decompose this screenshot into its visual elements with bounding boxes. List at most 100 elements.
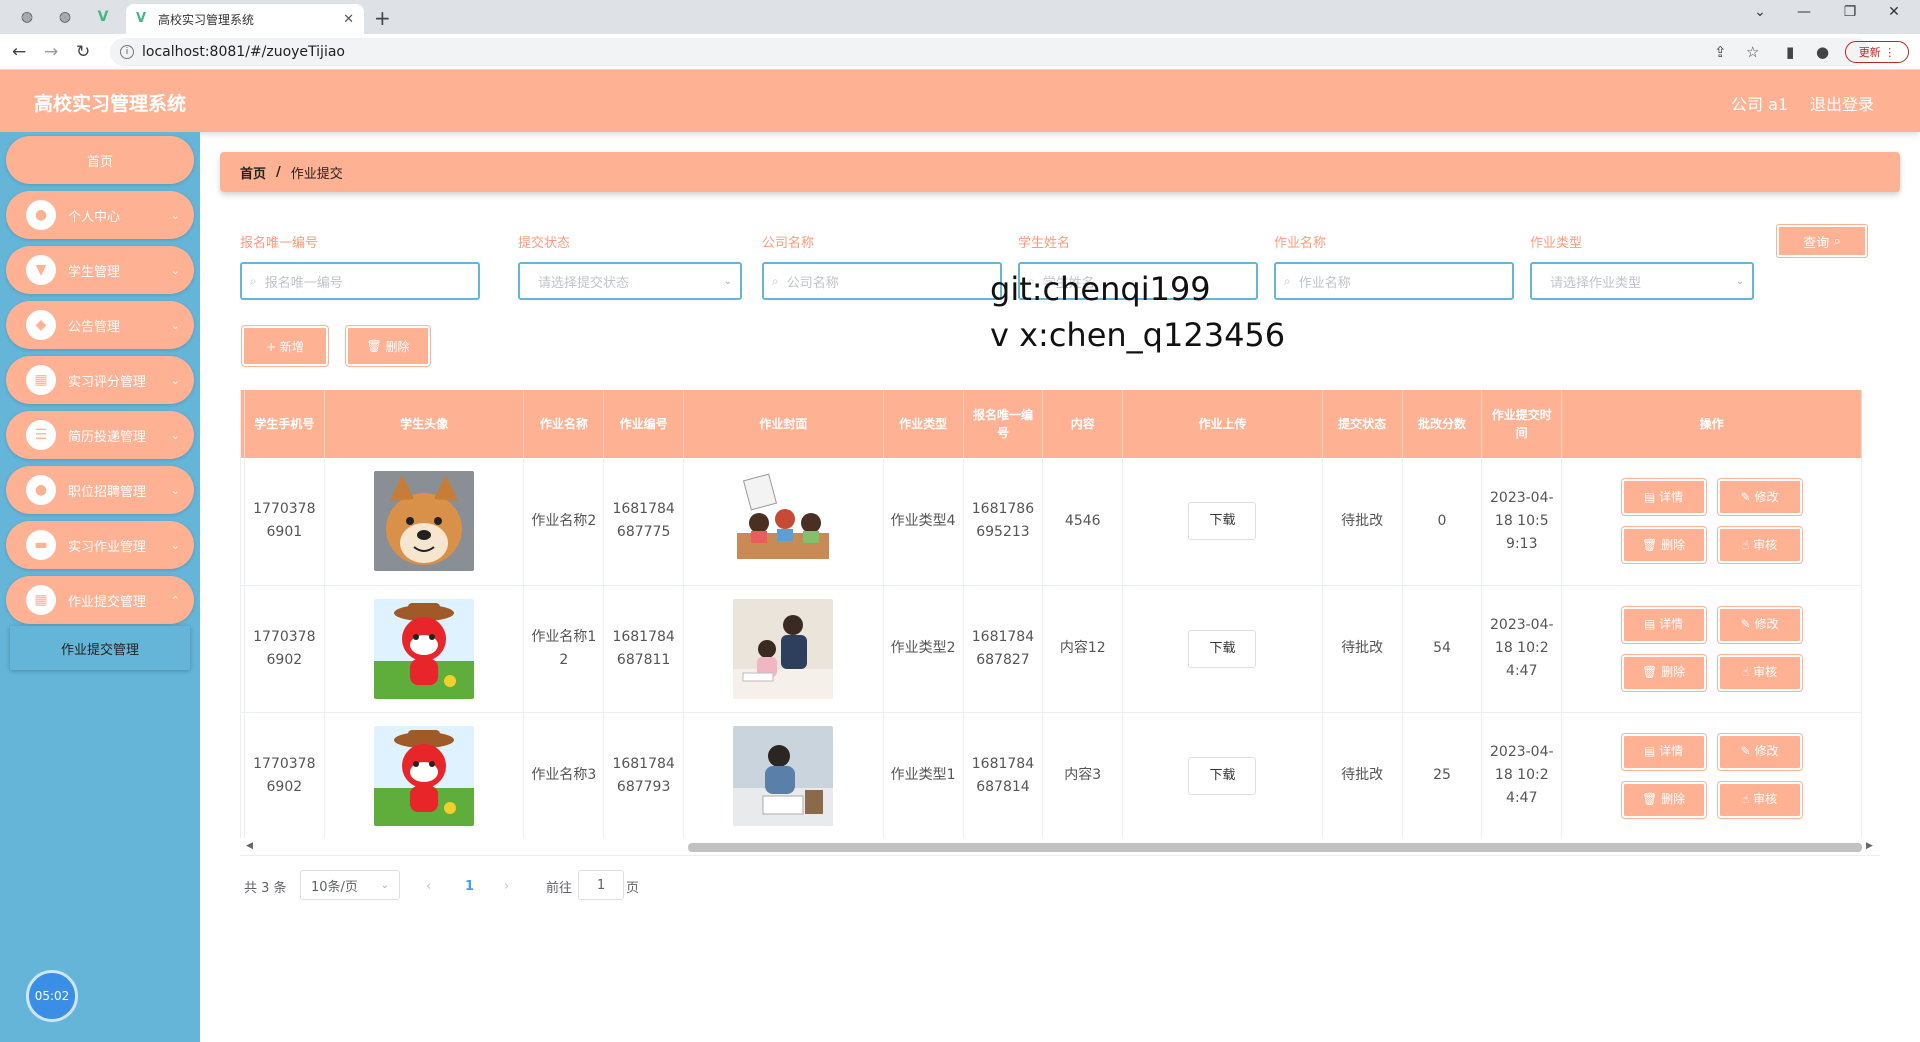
cartoon-class-cover-image [733, 471, 834, 572]
chevron-down-icon: ⌄ [723, 275, 732, 287]
edit-button[interactable]: ✎ 修改 [1717, 606, 1802, 643]
edit-label: 修改 [1754, 489, 1779, 504]
company-name-input[interactable]: ⌕ 公司名称 [762, 262, 1002, 300]
watermark-line-2: v x:chen_q123456 [990, 316, 1286, 354]
detail-label: 详情 [1659, 489, 1684, 504]
browser-update-button[interactable]: 更新 ⋮ [1845, 41, 1909, 63]
url-field[interactable]: i localhost:8081/#/zuoyeTijiao [110, 38, 1870, 66]
placeholder: 请选择作业类型 [1550, 275, 1642, 291]
cell-upload: 下载 [1122, 712, 1323, 838]
pinned-tab-globe-icon[interactable]: ◍ [14, 6, 40, 28]
reload-icon[interactable]: ↻ [76, 42, 90, 62]
cell-content: 4546 [1042, 458, 1124, 586]
sidebar: 首页 ● 个人中心 ⌄ ▼ 学生管理 ⌄ ◆ 公告管理 ⌄ ▦ 实习评分管理 ⌄… [0, 132, 200, 1042]
cell-homework-name: 作业名称12 [523, 585, 605, 713]
edit-button[interactable]: ✎ 修改 [1717, 733, 1802, 770]
detail-button[interactable]: ▤ 详情 [1621, 479, 1706, 516]
download-button[interactable]: 下载 [1188, 756, 1257, 795]
cell-status: 待批改 [1322, 712, 1403, 838]
timer-badge[interactable]: 05:02 [26, 970, 78, 1022]
next-page-icon[interactable]: › [504, 871, 509, 901]
detail-button[interactable]: ▤ 详情 [1621, 606, 1706, 643]
minimize-icon[interactable]: — [1782, 4, 1826, 20]
sidebar-item-job-recruitment[interactable]: ● 职位招聘管理 ⌄ [6, 466, 194, 514]
restore-icon[interactable]: ❐ [1828, 4, 1872, 20]
scroll-right-arrow-icon[interactable]: ▶ [1866, 841, 1873, 851]
sidebar-item-homework-management[interactable]: ▬ 实习作业管理 ⌄ [6, 521, 194, 569]
scroll-left-arrow-icon[interactable]: ◀ [246, 841, 253, 851]
tab-close-icon[interactable]: ✕ [343, 12, 354, 27]
site-info-icon[interactable]: i [120, 45, 134, 59]
sidebar-item-personal-center[interactable]: ● 个人中心 ⌄ [6, 191, 194, 239]
delete-button[interactable]: 🗑 删除 [1621, 781, 1706, 818]
add-button[interactable]: + 新增 [242, 326, 328, 366]
chevron-down-icon: ⌄ [170, 208, 180, 222]
back-arrow-icon[interactable]: ← [12, 42, 26, 62]
column-header: 批改分数 [1402, 390, 1483, 458]
page-number-current[interactable]: 1 [465, 871, 474, 901]
cell-status: 待批改 [1322, 458, 1403, 586]
label-submit-status: 提交状态 [518, 236, 571, 251]
pinned-tab-vue-icon[interactable]: V [90, 6, 116, 28]
pinned-tab-globe-icon-2[interactable]: ◍ [52, 6, 78, 28]
homework-name-input[interactable]: ⌕ 作业名称 [1274, 262, 1514, 300]
submit-status-select[interactable]: 请选择提交状态 ⌄ [518, 262, 742, 300]
download-button[interactable]: 下载 [1188, 629, 1257, 668]
review-button[interactable]: ☝ 审核 [1717, 781, 1802, 818]
logout-link[interactable]: 退出登录 [1810, 91, 1874, 115]
sidebar-item-internship-score[interactable]: ▦ 实习评分管理 ⌄ [6, 356, 194, 404]
review-label: 审核 [1753, 665, 1778, 679]
data-table: 名 学生手机号 学生头像 作业名称 作业编号 作业封面 作业类型 报名唯一编号 … [241, 390, 1862, 838]
cell-homework-type: 作业类型2 [883, 585, 964, 713]
enroll-id-input[interactable]: ⌕ 报名唯一编号 [240, 262, 480, 300]
cell-homework-type: 作业类型4 [883, 458, 964, 586]
column-header: 操作 [1561, 390, 1862, 458]
sidebar-item-resume-delivery[interactable]: ☰ 简历投递管理 ⌄ [6, 411, 194, 459]
cell-homework-name: 作业名称3 [523, 712, 605, 838]
batch-delete-button[interactable]: 🗑 删除 [346, 326, 430, 366]
bookmark-star-icon[interactable]: ☆ [1746, 43, 1759, 61]
scrollbar-thumb[interactable] [688, 843, 1862, 852]
sidebar-subitem-submission-management[interactable]: 作业提交管理 [10, 626, 190, 670]
label-company-name: 公司名称 [762, 236, 815, 251]
side-panel-icon[interactable]: ▮ [1786, 43, 1794, 61]
download-button[interactable]: 下载 [1188, 502, 1257, 541]
share-icon[interactable]: ⇪ [1714, 43, 1727, 61]
review-label: 审核 [1753, 792, 1778, 806]
data-table-container: 名 学生手机号 学生头像 作业名称 作业编号 作业封面 作业类型 报名唯一编号 … [240, 390, 1880, 838]
forward-arrow-icon[interactable]: → [44, 42, 58, 62]
tab-search-chevron-icon[interactable]: ⌄ [1738, 4, 1782, 20]
delete-button[interactable]: 🗑 删除 [1621, 527, 1706, 564]
prev-page-icon[interactable]: ‹ [426, 871, 431, 901]
cell-actions: ▤ 详情 ✎ 修改 🗑 删除 ☝ 审核 [1561, 458, 1862, 586]
query-button[interactable]: 查询 ⌕ [1776, 224, 1868, 258]
detail-button[interactable]: ▤ 详情 [1621, 733, 1706, 770]
sidebar-item-submission-management[interactable]: ▦ 作业提交管理 ⌃ [6, 576, 194, 624]
sidebar-item-notice-management[interactable]: ◆ 公告管理 ⌄ [6, 301, 194, 349]
active-browser-tab[interactable]: V 高校实习管理系统 ✕ [126, 4, 364, 34]
page-size-select[interactable]: 10条/页 ⌄ [300, 870, 400, 900]
breadcrumb-home[interactable]: 首页 [240, 163, 266, 182]
review-button[interactable]: ☝ 审核 [1717, 527, 1802, 564]
cell-homework-code: 1681784687793 [603, 712, 685, 838]
profile-avatar-icon[interactable]: ● [1816, 43, 1829, 61]
trash-icon: 🗑 [1642, 792, 1658, 806]
goto-page-input[interactable]: 1 [578, 870, 624, 900]
new-tab-plus-icon[interactable]: + [374, 6, 391, 30]
sidebar-item-student-management[interactable]: ▼ 学生管理 ⌄ [6, 246, 194, 294]
detail-label: 详情 [1659, 617, 1684, 631]
edit-label: 修改 [1754, 617, 1779, 631]
homework-type-select[interactable]: 请选择作业类型 ⌄ [1530, 262, 1754, 300]
review-button[interactable]: ☝ 审核 [1717, 654, 1802, 691]
table-horizontal-scrollbar[interactable]: ◀ ▶ [240, 838, 1880, 856]
edit-button[interactable]: ✎ 修改 [1717, 479, 1802, 516]
chevron-down-icon: ⌄ [170, 483, 180, 497]
chevron-down-icon: ⌄ [170, 538, 180, 552]
pagination-total: 共 3 条 [244, 880, 287, 896]
sidebar-item-home[interactable]: 首页 [6, 136, 194, 184]
column-header: 作业上传 [1122, 390, 1323, 458]
cell-enroll-id: 1681784687814 [963, 712, 1044, 838]
delete-button[interactable]: 🗑 删除 [1621, 654, 1706, 691]
window-close-icon[interactable]: ✕ [1872, 4, 1916, 20]
page-suffix: 页 [626, 880, 640, 896]
